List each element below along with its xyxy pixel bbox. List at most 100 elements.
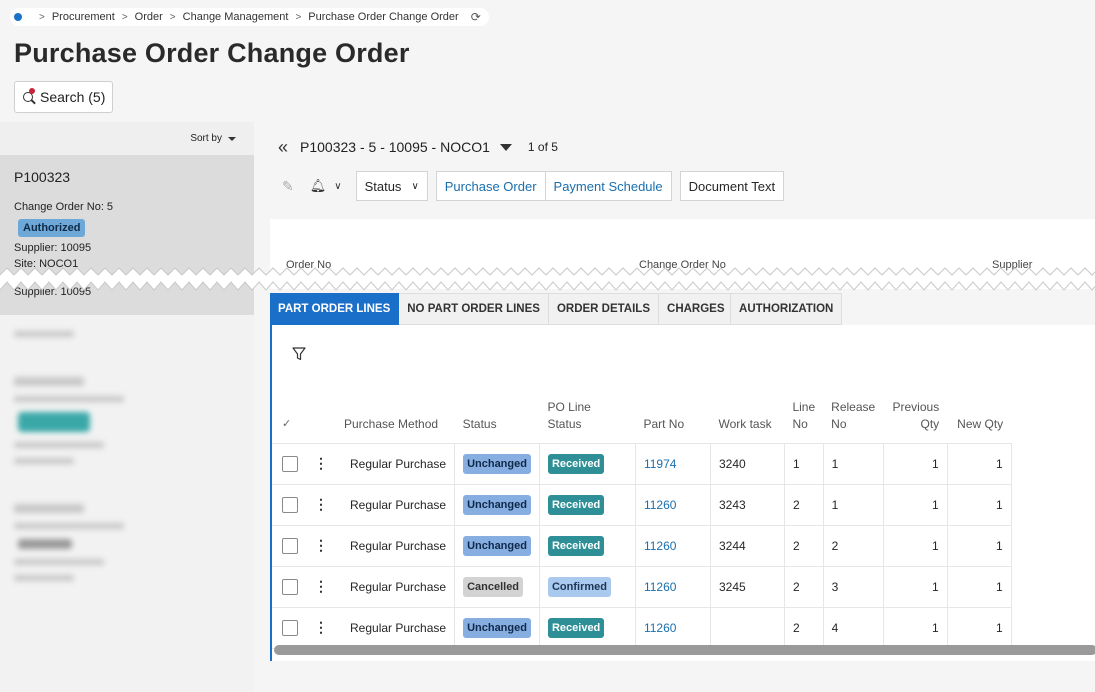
line-status-badge: Unchanged	[463, 453, 531, 474]
cell-purchase-method: Regular Purchase	[336, 443, 456, 485]
breadcrumb-item-order[interactable]: Order	[135, 11, 163, 23]
filter-icon[interactable]	[292, 347, 306, 361]
part-no-link[interactable]: 11260	[644, 498, 676, 512]
cell-line-no: 2	[784, 525, 824, 567]
row-menu-header	[306, 397, 336, 444]
blurred-list-items	[0, 315, 254, 597]
cell-work-task: 3240	[710, 443, 785, 485]
row-checkbox[interactable]	[282, 496, 298, 513]
table-row[interactable]: ⋮ Regular Purchase Unchanged Received 11…	[272, 607, 1012, 649]
chevron-right-icon: >	[295, 11, 302, 23]
chevron-down-icon[interactable]: ∨	[334, 181, 341, 192]
tab-order-details[interactable]: ORDER DETAILS	[548, 293, 660, 325]
part-no-link[interactable]: 11260	[644, 580, 676, 594]
caret-down-icon	[228, 136, 236, 141]
sort-by-label: Sort by	[190, 133, 222, 144]
po-line-status-badge: Confirmed	[547, 576, 611, 597]
cell-previous-qty: 1	[883, 607, 948, 649]
col-previous-qty[interactable]: Previous Qty	[883, 397, 948, 444]
part-order-lines-panel: ✓ Purchase Method Status PO Line Status …	[270, 325, 1095, 661]
record-navigator: « P100323 - 5 - 10095 - NOCO1 1 of 5	[278, 136, 558, 158]
row-checkbox[interactable]	[282, 619, 298, 636]
cell-release-no: 4	[823, 607, 884, 649]
part-no-link[interactable]: 11974	[644, 457, 676, 471]
col-new-qty[interactable]: New Qty	[947, 397, 1012, 444]
bell-icon[interactable]: 🔔︎	[310, 178, 327, 194]
select-all-checkbox[interactable]: ✓	[272, 397, 306, 444]
row-checkbox[interactable]	[282, 537, 298, 554]
po-line-status-badge: Received	[547, 617, 605, 638]
status-menu-label: Status	[364, 178, 402, 194]
cell-new-qty: 1	[947, 525, 1012, 567]
cell-new-qty: 1	[947, 607, 1012, 649]
refresh-icon[interactable]: ⟳	[471, 10, 481, 24]
row-menu-icon[interactable]: ⋮	[314, 537, 328, 553]
table-header-row: ✓ Purchase Method Status PO Line Status …	[272, 397, 1012, 444]
command-toolbar: ✎ 🔔︎ ∨ Status ∨ Purchase Order Payment S…	[278, 170, 785, 202]
part-no-link[interactable]: 11260	[644, 621, 676, 635]
cell-previous-qty: 1	[883, 484, 948, 526]
home-icon[interactable]	[14, 13, 22, 21]
edit-icon[interactable]: ✎	[282, 178, 294, 195]
status-badge: Authorized	[18, 219, 86, 237]
breadcrumb: > Procurement > Order > Change Managemen…	[10, 8, 489, 26]
line-status-badge: Unchanged	[463, 535, 531, 556]
cell-previous-qty: 1	[883, 566, 948, 608]
col-work-task[interactable]: Work task	[710, 397, 785, 444]
record-counter: 1 of 5	[527, 140, 558, 154]
tab-part-order-lines[interactable]: PART ORDER LINES	[270, 293, 400, 325]
torn-edge-divider	[0, 267, 1095, 291]
purchase-order-button[interactable]: Purchase Order	[435, 171, 546, 201]
breadcrumb-item-procurement[interactable]: Procurement	[52, 11, 115, 23]
tab-authorization[interactable]: AUTHORIZATION	[731, 293, 843, 325]
col-po-line-status[interactable]: PO Line Status	[539, 397, 636, 444]
row-menu-icon[interactable]: ⋮	[314, 496, 328, 512]
col-release-no[interactable]: Release No	[823, 397, 884, 444]
cell-new-qty: 1	[947, 566, 1012, 608]
document-text-button[interactable]: Document Text	[679, 171, 785, 201]
col-purchase-method[interactable]: Purchase Method	[336, 397, 455, 444]
cell-work-task: 3243	[710, 484, 785, 526]
tab-charges[interactable]: CHARGES	[659, 293, 732, 325]
horizontal-scrollbar[interactable]	[274, 645, 1095, 655]
record-title[interactable]: P100323 - 5 - 10095 - NOCO1	[300, 139, 490, 155]
breadcrumb-item-change-management[interactable]: Change Management	[183, 11, 289, 23]
cell-purchase-method: Regular Purchase	[336, 566, 456, 608]
chevron-down-icon: ∨	[411, 180, 419, 192]
sort-by-control[interactable]: Sort by	[0, 122, 254, 155]
line-status-badge: Cancelled	[463, 576, 524, 597]
payment-schedule-button[interactable]: Payment Schedule	[545, 171, 672, 201]
cell-previous-qty: 1	[883, 525, 948, 567]
search-button[interactable]: Search (5)	[14, 81, 114, 113]
table-row[interactable]: ⋮ Regular Purchase Cancelled Confirmed 1…	[272, 566, 1012, 608]
row-checkbox[interactable]	[282, 455, 298, 472]
col-line-no[interactable]: Line No	[784, 397, 824, 444]
col-status[interactable]: Status	[454, 397, 540, 444]
row-menu-icon[interactable]: ⋮	[314, 578, 328, 594]
list-item-supplier: Supplier: 10095	[14, 242, 92, 254]
cell-work-task: 3245	[710, 566, 785, 608]
list-item-change-order: Change Order No: 5	[14, 201, 114, 213]
status-menu-button[interactable]: Status ∨	[355, 171, 428, 201]
part-no-link[interactable]: 11260	[644, 539, 676, 553]
col-part-no[interactable]: Part No	[635, 397, 711, 444]
page-title: Purchase Order Change Order	[14, 38, 410, 68]
cell-previous-qty: 1	[883, 443, 948, 485]
caret-down-icon[interactable]	[499, 143, 512, 151]
table-row[interactable]: ⋮ Regular Purchase Unchanged Received 11…	[272, 525, 1012, 567]
double-chevron-left-icon[interactable]: «	[278, 137, 288, 158]
cell-new-qty: 1	[947, 443, 1012, 485]
row-menu-icon[interactable]: ⋮	[314, 619, 328, 635]
cell-line-no: 2	[784, 607, 824, 649]
cell-release-no: 3	[823, 566, 884, 608]
chevron-right-icon: >	[121, 11, 128, 23]
list-item-po: P100323	[14, 169, 71, 185]
line-status-badge: Unchanged	[463, 494, 531, 515]
table-row[interactable]: ⋮ Regular Purchase Unchanged Received 11…	[272, 484, 1012, 526]
row-menu-icon[interactable]: ⋮	[314, 455, 328, 471]
tab-no-part-order-lines[interactable]: NO PART ORDER LINES	[399, 293, 549, 325]
cell-release-no: 1	[823, 443, 884, 485]
table-row[interactable]: ⋮ Regular Purchase Unchanged Received 11…	[272, 443, 1012, 485]
row-checkbox[interactable]	[282, 578, 298, 595]
record-list-panel: Sort by P100323 Change Order No: 5 Autho…	[0, 122, 254, 692]
